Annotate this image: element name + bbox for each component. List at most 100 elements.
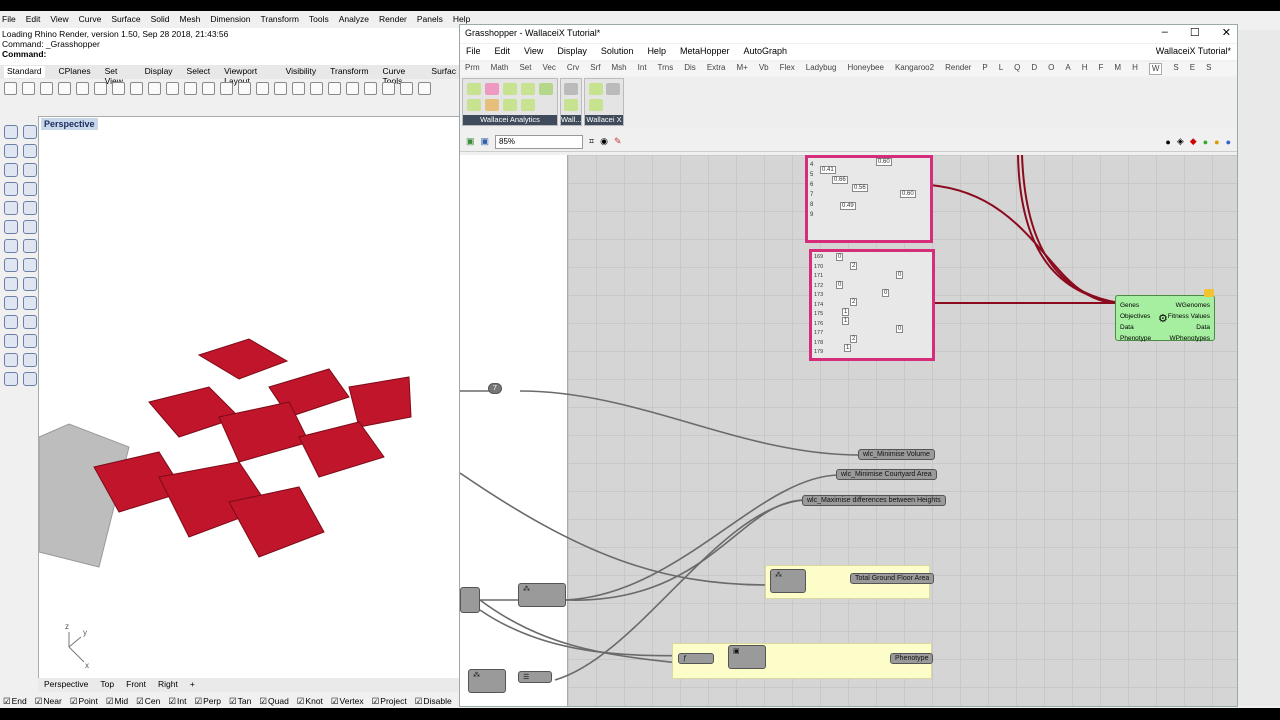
save-icon[interactable] [40, 82, 53, 95]
undo-view-icon[interactable] [274, 82, 287, 95]
menu-render[interactable]: Render [379, 14, 407, 24]
analytics-icon[interactable] [521, 99, 535, 111]
preview-shaded-icon[interactable]: ◆ [1190, 136, 1197, 147]
layer-icon[interactable] [364, 82, 377, 95]
analytics-icon[interactable] [521, 83, 535, 95]
gh-tab-o[interactable]: O [1048, 63, 1054, 75]
close-icon[interactable]: ✕ [1222, 26, 1231, 39]
osnap-tan[interactable]: Tan [229, 696, 252, 706]
gh-tab-h2[interactable]: H [1132, 63, 1138, 75]
zoom-selected-icon[interactable] [256, 82, 269, 95]
point-icon[interactable] [23, 125, 37, 139]
analytics-icon[interactable] [539, 83, 553, 95]
osnap-end[interactable]: End [3, 696, 27, 706]
osnap-int[interactable]: Int [168, 696, 186, 706]
gh-menu-edit[interactable]: Edit [495, 46, 511, 58]
tab-curve-tools[interactable]: Curve Tools [383, 66, 418, 86]
analytics-icon[interactable] [503, 83, 517, 95]
wallacei-x-icon[interactable] [606, 83, 620, 95]
gh-menu-help[interactable]: Help [647, 46, 666, 58]
select-all-icon[interactable] [328, 82, 341, 95]
rotate-view-icon[interactable] [184, 82, 197, 95]
number-slider[interactable]: 7 [488, 383, 502, 394]
menu-tools[interactable]: Tools [309, 14, 329, 24]
objective-minimise-volume[interactable]: wlc_Minimise Volume [858, 449, 935, 460]
gh-tab-a[interactable]: A [1065, 63, 1070, 75]
osnap-quad[interactable]: Quad [259, 696, 289, 706]
print-icon[interactable] [58, 82, 71, 95]
select-arrow-icon[interactable] [4, 125, 18, 139]
preview-off-icon[interactable]: ● [1165, 137, 1170, 147]
osnap-near[interactable]: Near [35, 696, 61, 706]
gh-tab-set[interactable]: Set [519, 63, 531, 75]
gh-tab-honeybee[interactable]: Honeybee [847, 63, 883, 75]
wallacei-output-fitness[interactable]: Fitness Values [1168, 311, 1210, 322]
analyze-icon[interactable] [23, 334, 37, 348]
menu-solid[interactable]: Solid [151, 14, 170, 24]
genes-panel[interactable]: 169 170 171 172 173 174 175 176 177 178 … [809, 249, 935, 361]
group-icon[interactable] [4, 334, 18, 348]
copy-icon[interactable] [112, 82, 125, 95]
hand-icon[interactable] [4, 258, 18, 272]
analytics-icon[interactable] [503, 99, 517, 111]
gh-tab-h[interactable]: H [1082, 63, 1088, 75]
perspective-viewport[interactable]: Perspective z y x [38, 116, 460, 679]
objectives-panel-top[interactable]: 4 5 6 7 8 9 0.41 0.66 0.56 0.60 0.49 0.6… [805, 155, 933, 243]
menu-file[interactable]: File [2, 14, 16, 24]
block-icon[interactable] [4, 353, 18, 367]
gh-tab-e[interactable]: E [1190, 63, 1195, 75]
vp-tab-top[interactable]: Top [100, 679, 114, 691]
vp-tab-perspective[interactable]: Perspective [44, 679, 88, 691]
wallacei-output-wgenomes[interactable]: WGenomes [1168, 300, 1210, 311]
save-file-icon[interactable]: ▣ [481, 136, 490, 147]
cut-icon[interactable] [94, 82, 107, 95]
vp-tab-front[interactable]: Front [126, 679, 146, 691]
tab-cplanes[interactable]: CPlanes [59, 66, 91, 78]
menu-curve[interactable]: Curve [79, 14, 102, 24]
gh-menu-autograph[interactable]: AutoGraph [743, 46, 787, 58]
open-icon[interactable] [22, 82, 35, 95]
zoom-window-icon[interactable] [220, 82, 233, 95]
wallacei-x-icon[interactable] [589, 99, 603, 111]
tab-transform[interactable]: Transform [330, 66, 368, 78]
osnap-cen[interactable]: Cen [136, 696, 161, 706]
objective-minimise-courtyard[interactable]: wlc_Minimise Courtyard Area [836, 469, 937, 480]
area-component[interactable]: ⁂ [770, 569, 806, 593]
gh-menu-file[interactable]: File [466, 46, 481, 58]
analytics-icon[interactable] [485, 83, 499, 95]
wallacei-input-objectives[interactable]: Objectives [1120, 311, 1151, 322]
wallacei-x-component[interactable]: Genes Objectives Data Phenotype WGenomes… [1115, 295, 1215, 344]
osnap-perp[interactable]: Perp [194, 696, 221, 706]
wallacei-output-data[interactable]: Data [1168, 322, 1210, 333]
pan-icon[interactable] [166, 82, 179, 95]
menu-surface[interactable]: Surface [111, 14, 140, 24]
import-icon[interactable] [76, 82, 89, 95]
total-ground-floor-panel[interactable]: Total Ground Floor Area [850, 573, 935, 584]
wallacei-input-phenotype[interactable]: Phenotype [1120, 333, 1151, 344]
gh-tab-flex[interactable]: Flex [780, 63, 795, 75]
render-tool-icon[interactable] [4, 372, 18, 386]
tab-set-view[interactable]: Set View [105, 66, 131, 86]
curve-icon[interactable] [23, 144, 37, 158]
polyline-icon[interactable] [4, 144, 18, 158]
wallacei-output-wphenotypes[interactable]: WPhenotypes [1168, 333, 1210, 344]
area-component-2[interactable]: ⁂ [518, 583, 566, 607]
gh-tab-srf[interactable]: Srf [590, 63, 600, 75]
osnap-mid[interactable]: Mid [106, 696, 128, 706]
preview-wire-icon[interactable]: ◈ [1177, 136, 1184, 147]
input-component[interactable] [460, 587, 480, 613]
objective-maximise-heights[interactable]: wlc_Maximise differences between Heights [802, 495, 946, 506]
bake-icon[interactable]: ● [1203, 137, 1208, 147]
gh-tab-p[interactable]: P [982, 63, 987, 75]
gh-tab-q[interactable]: Q [1014, 63, 1020, 75]
mesh-icon[interactable] [4, 277, 18, 291]
gh-tab-int[interactable]: Int [638, 63, 647, 75]
maximize-icon[interactable]: ☐ [1190, 26, 1200, 39]
move-icon[interactable] [23, 296, 37, 310]
paste-icon[interactable] [130, 82, 143, 95]
gh-menu-metahopper[interactable]: MetaHopper [680, 46, 730, 58]
gh-tab-f[interactable]: F [1099, 63, 1104, 75]
osnap-icon[interactable] [346, 82, 359, 95]
join-icon[interactable] [4, 296, 18, 310]
gh-canvas[interactable]: 4 5 6 7 8 9 0.41 0.66 0.56 0.60 0.49 0.6… [460, 155, 1237, 706]
